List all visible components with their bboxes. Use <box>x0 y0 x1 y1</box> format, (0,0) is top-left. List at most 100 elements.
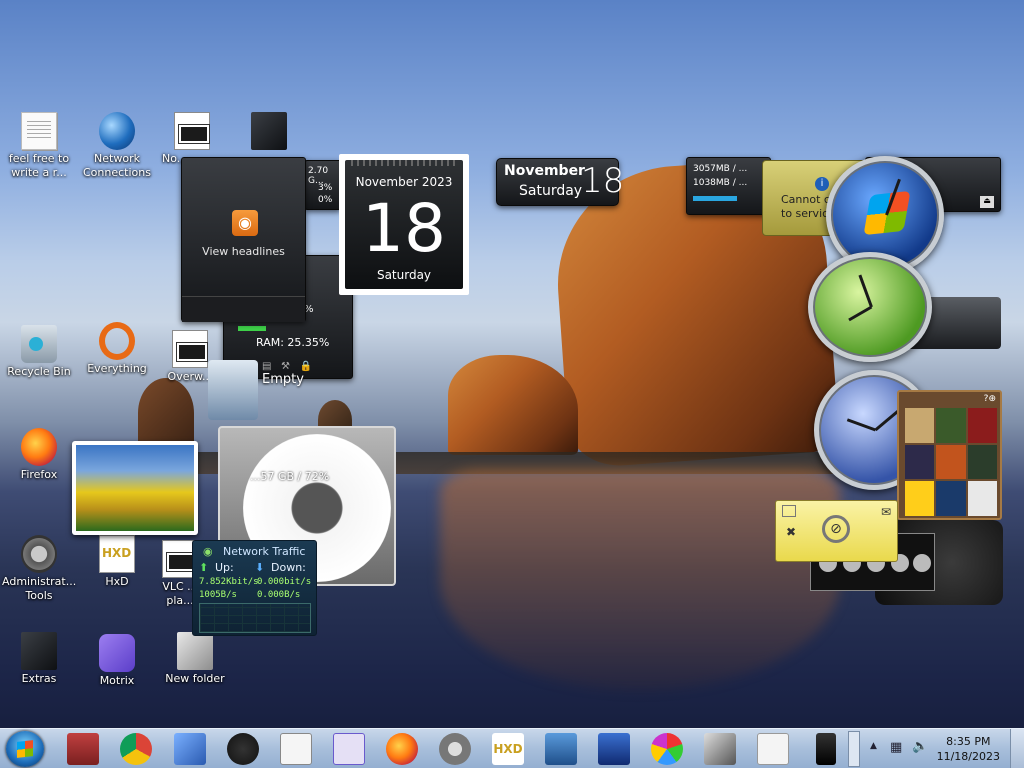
close-icon[interactable]: ✖ <box>786 525 796 539</box>
start-button[interactable] <box>6 731 44 767</box>
tools-icon[interactable] <box>174 733 206 765</box>
chrome-icon[interactable] <box>120 733 152 765</box>
recycle-empty-label[interactable]: Empty <box>262 372 304 387</box>
photo-viewer-icon[interactable] <box>704 733 736 765</box>
solitaire-icon[interactable] <box>280 733 312 765</box>
down-rate-bytes: 0.000B/s <box>257 590 301 600</box>
date-month: November <box>504 163 585 179</box>
rock-formation <box>448 355 578 455</box>
icon-label: New folder <box>165 672 225 685</box>
date-gadget[interactable]: November Saturday 18 <box>496 158 624 206</box>
up-label: Up: <box>215 561 234 574</box>
eject-icon[interactable]: ⏏ <box>980 196 994 208</box>
info-icon: i <box>815 177 829 191</box>
remote-desktop-icon[interactable] <box>545 733 577 765</box>
icon-label: Extras <box>21 672 57 685</box>
firefox-icon <box>21 428 57 466</box>
everything-icon <box>99 322 135 360</box>
disc-usage: ...57 GB / 72% <box>250 470 330 483</box>
icon-label: Recycle Bin <box>7 365 71 378</box>
desktop-icon-network-connections[interactable]: Network Connections <box>80 112 154 180</box>
drive-meter-gadget[interactable]: 2.70 G... 3% 0% <box>305 160 341 210</box>
taskbar: HXD ▲ ▦ 🔈 8:35 PM 11/18/2023 <box>0 728 1024 768</box>
desktop-icon-text-document[interactable]: feel free to write a r... <box>2 112 76 180</box>
cpu-readout: 3% <box>318 183 333 193</box>
desktop-icon-recycle-bin[interactable]: Recycle Bin <box>2 325 76 379</box>
paint-icon[interactable] <box>227 733 259 765</box>
network-icon <box>99 112 135 150</box>
desktop-icon-everything[interactable]: Everything <box>80 322 154 376</box>
memory-bar <box>693 196 737 201</box>
green-clock-gadget[interactable] <box>808 252 932 362</box>
calendar-weekday: Saturday <box>376 268 432 282</box>
desktop-icon-motrix[interactable]: Motrix <box>80 634 154 688</box>
tray-overflow-icon[interactable]: ▲ <box>870 741 877 751</box>
firefox-icon[interactable] <box>386 733 418 765</box>
calendar-day: 18 <box>362 190 446 267</box>
folder-icon <box>177 632 213 670</box>
recycle-bin-icon <box>21 325 57 363</box>
icon-label: Everything <box>87 362 147 375</box>
view-headlines-label[interactable]: View headlines <box>182 245 305 258</box>
volume-icon[interactable]: 🔈 <box>912 739 928 754</box>
notepad-icon[interactable] <box>757 733 789 765</box>
feed-headlines-gadget[interactable]: ◉ View headlines <box>181 157 306 322</box>
motrix-icon <box>99 634 135 672</box>
icon-label: Network Connections <box>83 152 151 179</box>
notepad-icon[interactable] <box>782 505 796 517</box>
mail-icon[interactable]: ✉ <box>881 505 891 519</box>
tray-time: 8:35 PM <box>946 735 991 748</box>
slideshow-gadget[interactable] <box>72 441 198 535</box>
store-icon[interactable] <box>67 733 99 765</box>
system-tray: ▲ ▦ 🔈 8:35 PM 11/18/2023 <box>854 729 1024 768</box>
picture-puzzle-gadget[interactable]: ?⊕ <box>897 390 1002 520</box>
app-icon <box>172 330 208 368</box>
network-traffic-gadget[interactable]: ◉ Network Traffic ⬆ Up: ⬇ Down: 7.852Kbi… <box>192 540 317 636</box>
notes-gadget[interactable]: ✖ ⊘ ✉ <box>775 500 898 562</box>
desktop-icon-folder[interactable] <box>232 112 306 152</box>
folder-icon <box>21 632 57 670</box>
tulips-photo <box>76 445 194 531</box>
down-label: Down: <box>271 561 306 574</box>
ram-bar <box>238 326 266 331</box>
desktop-icon-administrative-tools[interactable]: Administrat... Tools <box>2 535 76 603</box>
settings-icon[interactable] <box>439 733 471 765</box>
dock-button[interactable] <box>913 554 931 572</box>
paint-palette-icon[interactable] <box>651 733 683 765</box>
icon-label: Administrat... Tools <box>2 575 77 602</box>
block-icon[interactable]: ⊘ <box>822 515 850 543</box>
hxd-icon <box>99 535 135 573</box>
recycle-bin-gadget[interactable] <box>208 360 258 420</box>
calendar-face: November 2023 18 Saturday <box>345 160 463 289</box>
clock-hand <box>848 305 873 322</box>
date-weekday: Saturday <box>519 183 583 199</box>
memory-gadget[interactable]: 3057MB / ... 1038MB / ... <box>686 157 771 215</box>
calendar-gadget[interactable]: November 2023 18 Saturday <box>339 154 469 295</box>
network-title: Network Traffic <box>223 545 306 558</box>
text-document-icon <box>21 112 57 150</box>
up-arrow-icon: ⬆ <box>199 561 209 574</box>
rss-icon[interactable]: ◉ <box>232 210 258 236</box>
desktop-icon-new-folder[interactable]: New folder <box>158 632 232 686</box>
network-status-icon[interactable]: ▦ <box>890 740 902 755</box>
up-rate-bytes: 1005B/s <box>199 590 237 600</box>
down-arrow-icon: ⬇ <box>255 561 265 574</box>
desktop-icon-firefox[interactable]: Firefox <box>2 428 76 482</box>
tray-clock[interactable]: 8:35 PM 11/18/2023 <box>937 734 1000 764</box>
app-icon[interactable] <box>333 733 365 765</box>
desktop-icon-hxd[interactable]: HxD <box>80 535 154 589</box>
help-icon[interactable]: ?⊕ <box>984 394 996 404</box>
desktop-icon-extras[interactable]: Extras <box>2 632 76 686</box>
show-desktop-button[interactable] <box>1010 729 1024 768</box>
calendar-rings <box>351 160 457 166</box>
memory-line1: 3057MB / ... <box>693 164 748 174</box>
card-reader-icon[interactable] <box>816 733 836 765</box>
network-globe-icon: ◉ <box>203 545 213 558</box>
hxd-icon[interactable]: HXD <box>492 733 524 765</box>
network-icon[interactable] <box>598 733 630 765</box>
icon-label: feel free to write a r... <box>8 152 70 179</box>
meter-toolbar[interactable]: ▤ ⚒ 🔒 <box>262 361 312 372</box>
clock-hand <box>858 274 873 308</box>
icon-label: Firefox <box>20 468 58 481</box>
admin-tools-icon <box>21 535 57 573</box>
